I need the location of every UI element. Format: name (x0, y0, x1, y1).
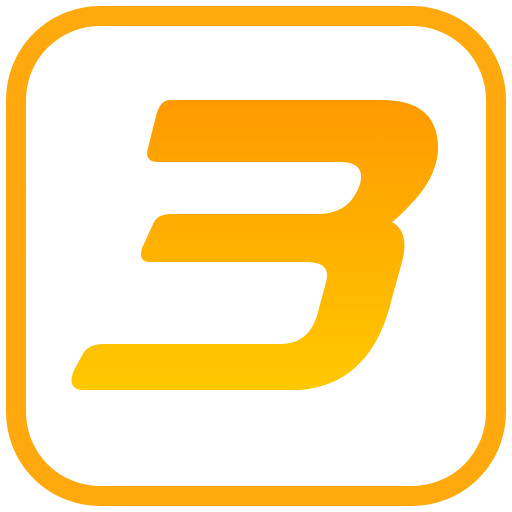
app-icon-graphic: 3 (6, 6, 506, 506)
app-icon: 3 (0, 0, 512, 512)
